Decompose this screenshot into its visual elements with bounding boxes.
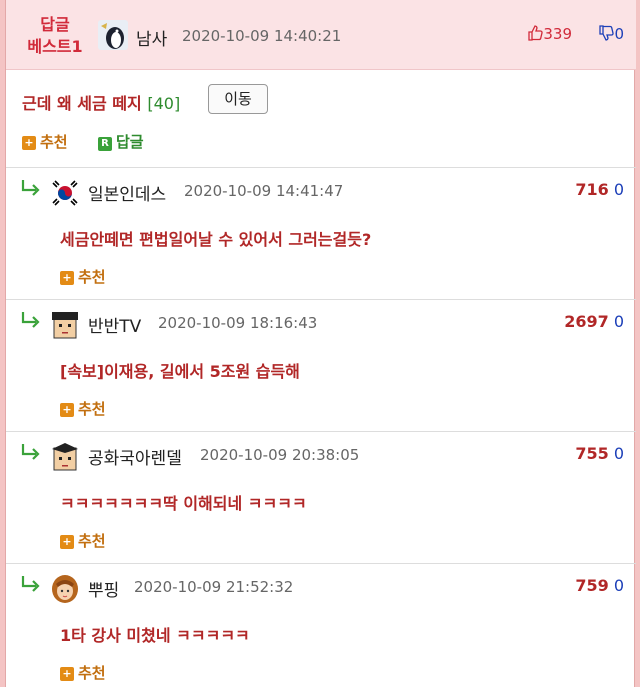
reply-button[interactable]: R 답글	[98, 131, 144, 152]
plus-icon: +	[22, 136, 36, 150]
comment-count: [40]	[147, 94, 181, 113]
post-title[interactable]: 근데 왜 세금 떼지	[22, 94, 142, 113]
comment-date: 2020-10-09 18:16:43	[158, 314, 318, 332]
comment-item: 뿌핑 2020-10-09 21:52:32 759 0 1타 강사 미쳤네 ㅋ…	[6, 564, 636, 687]
commenter-name[interactable]: 반반TV	[88, 312, 141, 337]
comment-item: 반반TV 2020-10-09 18:16:43 2697 0 [속보]이재용,…	[6, 300, 636, 432]
commenter-avatar[interactable]	[50, 178, 80, 208]
comment-date: 2020-10-09 20:38:05	[200, 446, 360, 464]
best-reply-header: 답글 베스트1 남사 2020-10-09 14:40:21 339 0	[6, 0, 636, 70]
comment-votes[interactable]: 716 0	[575, 180, 624, 199]
comment-item: 공화국아렌델 2020-10-09 20:38:05 755 0 ㅋㅋㅋㅋㅋㅋㅋ…	[6, 432, 636, 564]
comment-recommend-button[interactable]: + 추천	[60, 530, 106, 551]
move-button[interactable]: 이동	[208, 84, 268, 114]
author-name[interactable]: 남사	[136, 25, 167, 50]
comment-downvotes[interactable]: 0	[614, 576, 624, 595]
post-date: 2020-10-09 14:40:21	[182, 27, 342, 45]
recommend-label: 추천	[78, 400, 106, 418]
thumbs-up-icon	[528, 25, 544, 41]
comment-upvotes[interactable]: 2697	[564, 312, 609, 331]
plus-icon: +	[60, 403, 74, 417]
comment-votes[interactable]: 2697 0	[564, 312, 624, 331]
comment-recommend-button[interactable]: + 추천	[60, 266, 106, 287]
reply-arrow-icon	[21, 444, 40, 460]
commenter-name[interactable]: 일본인데스	[88, 180, 166, 205]
upvote-button[interactable]: 339	[527, 25, 572, 43]
reply-arrow-icon	[21, 180, 40, 196]
recommend-button[interactable]: + 추천	[22, 131, 68, 152]
recommend-label: 추천	[78, 532, 106, 550]
comment-recommend-button[interactable]: + 추천	[60, 398, 106, 419]
reply-icon: R	[98, 137, 112, 151]
comment-downvotes[interactable]: 0	[614, 444, 624, 463]
author-avatar[interactable]	[98, 20, 128, 50]
downvote-button[interactable]: 0	[598, 25, 624, 43]
best-reply-badge: 답글 베스트1	[27, 15, 83, 56]
comment-text: ㅋㅋㅋㅋㅋㅋㅋ딱 이해되네 ㅋㅋㅋㅋ	[60, 494, 307, 513]
comment-downvotes[interactable]: 0	[614, 312, 624, 331]
downvote-count: 0	[614, 25, 624, 43]
comment-votes[interactable]: 759 0	[575, 576, 624, 595]
reply-arrow-icon	[21, 576, 40, 592]
comment-text: [속보]이재용, 길에서 5조원 습득해	[60, 362, 300, 381]
comment-text: 세금안떼면 편법일어날 수 있어서 그러는걸듯?	[60, 230, 372, 249]
upvote-count: 339	[543, 25, 572, 43]
comment-recommend-button[interactable]: + 추천	[60, 662, 106, 683]
commenter-avatar[interactable]	[50, 310, 80, 340]
reply-arrow-icon	[21, 312, 40, 328]
commenter-avatar[interactable]	[50, 442, 80, 472]
comment-date: 2020-10-09 21:52:32	[134, 578, 294, 596]
comment-upvotes[interactable]: 755	[575, 444, 608, 463]
comment-votes[interactable]: 755 0	[575, 444, 624, 463]
comment-date: 2020-10-09 14:41:47	[184, 182, 344, 200]
recommend-label: 추천	[78, 268, 106, 286]
comment-upvotes[interactable]: 759	[575, 576, 608, 595]
reply-label: 답글	[116, 133, 144, 151]
recommend-label: 추천	[40, 133, 68, 151]
post-title-link[interactable]: 근데 왜 세금 떼지 [40]	[22, 90, 180, 114]
plus-icon: +	[60, 271, 74, 285]
comment-item: 일본인데스 2020-10-09 14:41:47 716 0 세금안떼면 편법…	[6, 168, 636, 300]
plus-icon: +	[60, 667, 74, 681]
comment-downvotes[interactable]: 0	[614, 180, 624, 199]
comment-text: 1타 강사 미쳤네 ㅋㅋㅋㅋㅋ	[60, 626, 250, 645]
commenter-name[interactable]: 공화국아렌델	[88, 444, 182, 469]
recommend-label: 추천	[78, 664, 106, 682]
plus-icon: +	[60, 535, 74, 549]
comment-upvotes[interactable]: 716	[575, 180, 608, 199]
commenter-avatar[interactable]	[50, 574, 80, 604]
comment-panel: 답글 베스트1 남사 2020-10-09 14:40:21 339 0 근데 …	[5, 0, 636, 687]
thumbs-down-icon	[599, 25, 615, 41]
commenter-name[interactable]: 뿌핑	[88, 576, 119, 601]
